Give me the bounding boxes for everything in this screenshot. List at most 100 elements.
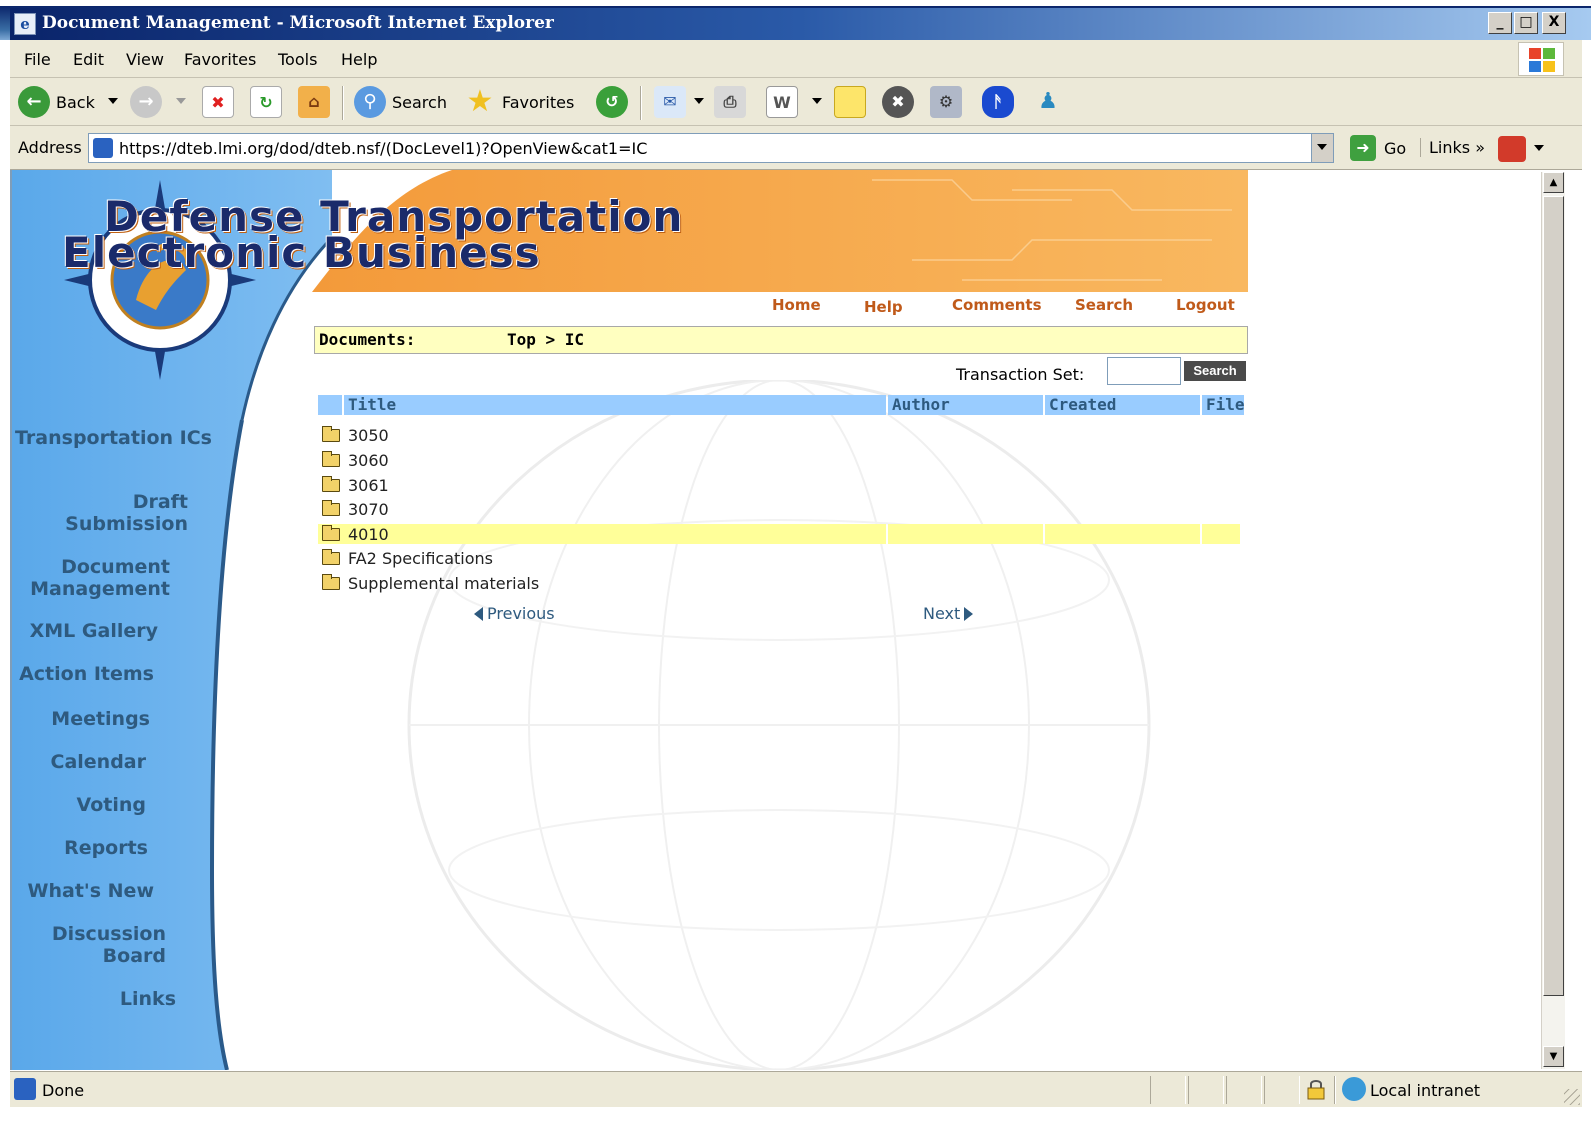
back-dropdown-icon[interactable] <box>108 98 118 104</box>
search-icon: ⚲ <box>354 86 386 118</box>
sidebar-item-meetings[interactable]: Meetings <box>12 708 150 730</box>
sidebar-item-document-management[interactable]: Document Management <box>12 556 170 600</box>
menu-help[interactable]: Help <box>341 50 377 69</box>
table-row[interactable]: Supplemental materials <box>318 573 1244 595</box>
row-title[interactable]: 3061 <box>348 476 389 495</box>
links-button[interactable]: Links » <box>1420 138 1485 157</box>
back-arrow-icon: ← <box>18 86 50 118</box>
next-link[interactable]: Next <box>923 604 974 623</box>
sidebar-item-voting[interactable]: Voting <box>12 794 146 816</box>
transaction-search-button[interactable]: Search <box>1184 361 1246 381</box>
search-button[interactable]: ⚲ Search <box>354 86 447 118</box>
addon-dropdown-icon[interactable] <box>1534 145 1544 151</box>
table-row[interactable]: FA2 Specifications <box>318 548 1244 570</box>
next-arrow-icon <box>964 606 974 621</box>
back-button[interactable]: ← Back <box>18 86 95 118</box>
address-label: Address <box>18 138 82 157</box>
ie-document-icon: e <box>14 13 36 35</box>
sidebar-item-dod-transportation-ics[interactable]: DoD Transportation ICs <box>12 427 212 449</box>
breadcrumb-path[interactable]: Top > IC <box>507 330 584 349</box>
history-icon[interactable]: ↺ <box>596 86 628 118</box>
table-row[interactable]: 3050 <box>318 425 1244 447</box>
menu-tools[interactable]: Tools <box>278 50 317 69</box>
folder-icon <box>322 451 340 467</box>
table-row[interactable]: 3070 <box>318 499 1244 521</box>
column-file[interactable]: File <box>1202 395 1245 415</box>
back-label: Back <box>56 92 95 112</box>
messenger-icon[interactable]: ♟ <box>1032 86 1064 118</box>
table-row[interactable]: 3061 <box>318 475 1244 497</box>
address-dropdown-button[interactable] <box>1311 134 1333 162</box>
stop-icon[interactable]: ✖ <box>202 86 234 118</box>
column-author[interactable]: Author <box>888 395 1043 415</box>
status-bar: Done Local intranet <box>10 1071 1582 1107</box>
minimize-button[interactable]: _ <box>1488 12 1512 34</box>
page-icon <box>93 138 113 158</box>
windows-logo-icon <box>1518 42 1564 76</box>
breadcrumb: Documents: Top > IC <box>314 326 1248 354</box>
table-header: Title Author Created File <box>318 395 1245 415</box>
sidebar-item-discussion-board[interactable]: Discussion Board <box>16 923 166 967</box>
topnav-comments[interactable]: Comments <box>952 296 1042 314</box>
go-button[interactable]: ➜ Go <box>1350 133 1406 163</box>
mail-dropdown-icon[interactable] <box>694 98 704 104</box>
home-icon[interactable]: ⌂ <box>298 86 330 118</box>
folder-icon <box>322 500 340 516</box>
notes-icon[interactable] <box>834 86 866 118</box>
scroll-thumb[interactable] <box>1543 196 1564 996</box>
mail-icon[interactable]: ✉ <box>654 86 686 118</box>
close-button[interactable]: X <box>1542 12 1566 34</box>
sidebar-item-action-items[interactable]: Action Items <box>12 663 154 685</box>
resize-grip-icon[interactable] <box>1564 1089 1580 1105</box>
row-title[interactable]: 4010 <box>348 525 389 544</box>
row-title[interactable]: Supplemental materials <box>348 574 539 593</box>
edit-dropdown-icon[interactable] <box>812 98 822 104</box>
research-icon[interactable]: ⚙ <box>930 86 962 118</box>
sidebar-item-whats-new[interactable]: What's New <box>12 880 154 902</box>
menu-view[interactable]: View <box>126 50 164 69</box>
row-title[interactable]: 3050 <box>348 426 389 445</box>
address-url[interactable]: https://dteb.lmi.org/dod/dteb.nsf/(DocLe… <box>119 139 647 158</box>
local-intranet-icon <box>1342 1077 1366 1101</box>
forward-dropdown-icon[interactable] <box>176 98 186 104</box>
table-row-highlighted[interactable]: 4010 <box>318 524 1244 546</box>
favorites-button[interactable]: ★ Favorites <box>464 86 575 118</box>
column-title[interactable]: Title <box>344 395 886 415</box>
header-icon-column <box>318 395 342 415</box>
sidebar-item-links[interactable]: Links <box>12 988 176 1010</box>
row-title[interactable]: FA2 Specifications <box>348 549 493 568</box>
column-created[interactable]: Created <box>1045 395 1200 415</box>
row-title[interactable]: 3070 <box>348 500 389 519</box>
standard-toolbar: ← Back → ✖ ↻ ⌂ ⚲ Search ★ Favorites ↺ ✉ … <box>10 78 1582 126</box>
block-icon[interactable]: ✖ <box>882 86 914 118</box>
previous-link[interactable]: Previous <box>474 604 555 623</box>
topnav-help[interactable]: Help <box>864 298 903 316</box>
address-bar: Address https://dteb.lmi.org/dod/dteb.ns… <box>10 128 1582 168</box>
table-row[interactable]: 3060 <box>318 450 1244 472</box>
folder-icon <box>322 574 340 590</box>
sidebar-item-xml-gallery[interactable]: XML Gallery <box>12 620 158 642</box>
address-input[interactable]: https://dteb.lmi.org/dod/dteb.nsf/(DocLe… <box>88 133 1334 163</box>
vertical-scrollbar[interactable]: ▲ ▼ <box>1541 172 1565 1069</box>
toolbar-addon-icon[interactable] <box>1498 136 1526 162</box>
sidebar-item-draft-submission[interactable]: Draft Submission <box>38 491 188 535</box>
print-icon[interactable]: ⎙ <box>714 86 746 118</box>
menu-edit[interactable]: Edit <box>73 50 104 69</box>
sidebar-item-reports[interactable]: Reports <box>12 837 148 859</box>
topnav-home[interactable]: Home <box>772 296 821 314</box>
row-title[interactable]: 3060 <box>348 451 389 470</box>
topnav-logout[interactable]: Logout <box>1176 296 1235 314</box>
maximize-button[interactable]: □ <box>1514 12 1538 34</box>
refresh-icon[interactable]: ↻ <box>250 86 282 118</box>
scroll-up-icon[interactable]: ▲ <box>1543 172 1564 193</box>
menu-file[interactable]: File <box>24 50 51 69</box>
menu-favorites[interactable]: Favorites <box>184 50 256 69</box>
lock-icon <box>1307 1080 1325 1100</box>
transaction-set-input[interactable] <box>1107 357 1181 385</box>
bluetooth-icon[interactable]: ᚫ <box>982 86 1014 118</box>
edit-word-icon[interactable]: W <box>766 86 798 118</box>
topnav-search[interactable]: Search <box>1075 296 1133 314</box>
scroll-down-icon[interactable]: ▼ <box>1543 1046 1564 1067</box>
sidebar-item-calendar[interactable]: Calendar <box>12 751 146 773</box>
forward-button[interactable]: → <box>130 86 168 118</box>
